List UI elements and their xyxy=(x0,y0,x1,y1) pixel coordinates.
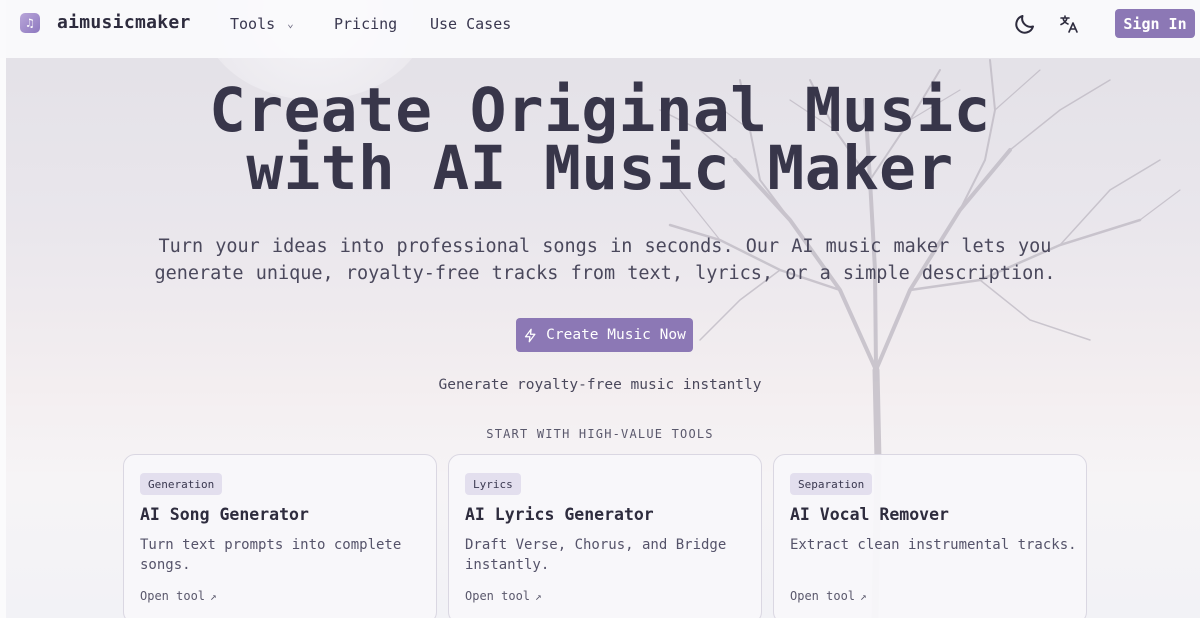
translate-icon[interactable] xyxy=(1057,12,1081,36)
hero-title: Create Original Music with AI Music Make… xyxy=(0,75,1200,204)
tool-card-lyrics-generator[interactable]: Lyrics AI Lyrics Generator Draft Verse, … xyxy=(448,454,762,618)
tool-card-vocal-remover[interactable]: Separation AI Vocal Remover Extract clea… xyxy=(773,454,1087,618)
hero-subtitle-line-2: generate unique, royalty-free tracks fro… xyxy=(154,263,1056,284)
create-music-label: Create Music Now xyxy=(546,327,686,343)
top-navigation: ♫ aimusicmaker Tools ⌄ Pricing Use Cases … xyxy=(0,0,1200,58)
arrow-up-right-icon: ↗ xyxy=(210,590,217,603)
tool-card-badge: Separation xyxy=(790,473,873,495)
open-tool-label: Open tool xyxy=(140,589,206,603)
hero-subtitle-line-1: Turn your ideas into professional songs … xyxy=(158,236,1052,257)
nav-tools-menu[interactable]: Tools ⌄ xyxy=(230,15,294,33)
nav-use-cases-link[interactable]: Use Cases xyxy=(430,15,511,33)
tool-card-title: AI Lyrics Generator xyxy=(465,505,654,524)
tools-section-label: START WITH HIGH-VALUE TOOLS xyxy=(486,427,714,441)
lightning-icon xyxy=(525,328,536,342)
create-music-button[interactable]: Create Music Now xyxy=(516,318,693,352)
moon-icon[interactable] xyxy=(1013,12,1037,36)
open-tool-link[interactable]: Open tool ↗ xyxy=(790,589,867,603)
open-tool-label: Open tool xyxy=(465,589,531,603)
hero-title-line-2: with AI Music Maker xyxy=(246,133,954,204)
chevron-down-icon: ⌄ xyxy=(287,17,294,30)
open-tool-link[interactable]: Open tool ↗ xyxy=(140,589,217,603)
music-logo-icon[interactable]: ♫ xyxy=(20,13,40,33)
tool-card-title: AI Song Generator xyxy=(140,505,309,524)
tool-card-song-generator[interactable]: Generation AI Song Generator Turn text p… xyxy=(123,454,437,618)
tool-card-title: AI Vocal Remover xyxy=(790,505,949,524)
hero-subtitle: Turn your ideas into professional songs … xyxy=(150,233,1060,287)
tool-card-badge: Generation xyxy=(140,473,223,495)
arrow-up-right-icon: ↗ xyxy=(860,590,867,603)
brand-name[interactable]: aimusicmaker xyxy=(57,12,191,33)
nav-tools-label: Tools xyxy=(230,15,276,33)
arrow-up-right-icon: ↗ xyxy=(535,590,542,603)
sign-in-button[interactable]: Sign In xyxy=(1115,9,1195,38)
open-tool-label: Open tool xyxy=(790,589,856,603)
tool-card-badge: Lyrics xyxy=(465,473,521,495)
tool-card-description: Draft Verse, Chorus, and Bridge instantl… xyxy=(465,537,727,573)
tool-card-description: Extract clean instrumental tracks. xyxy=(790,537,1077,553)
nav-pricing-link[interactable]: Pricing xyxy=(334,15,397,33)
tool-card-description: Turn text prompts into complete songs. xyxy=(140,537,402,573)
hero-tagline: Generate royalty-free music instantly xyxy=(438,377,762,393)
open-tool-link[interactable]: Open tool ↗ xyxy=(465,589,542,603)
hero-title-line-1: Create Original Music xyxy=(209,75,991,146)
